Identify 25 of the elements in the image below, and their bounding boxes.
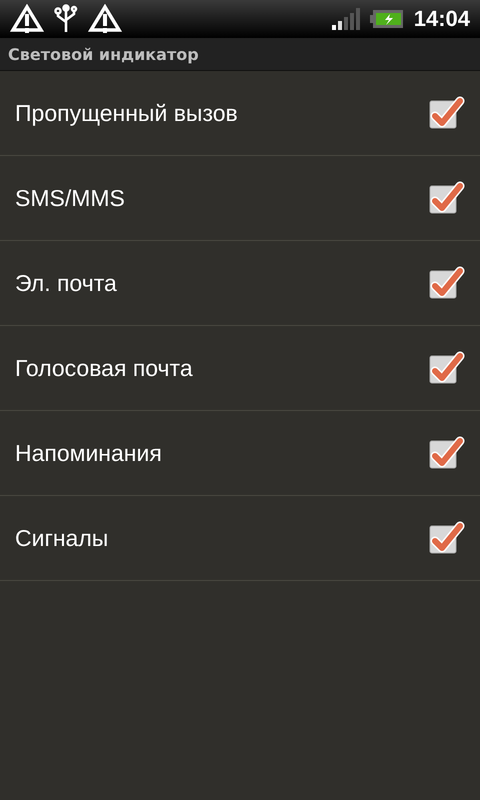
- checkbox[interactable]: [429, 521, 465, 555]
- warning-icon: [10, 4, 44, 34]
- setting-row[interactable]: Пропущенный вызов: [0, 71, 480, 156]
- setting-row[interactable]: Сигналы: [0, 496, 480, 581]
- setting-row[interactable]: Голосовая почта: [0, 326, 480, 411]
- setting-label: Пропущенный вызов: [15, 100, 239, 126]
- usb-icon: [54, 4, 78, 34]
- setting-row[interactable]: Напоминания: [0, 411, 480, 496]
- checkbox[interactable]: [429, 96, 465, 130]
- checkbox[interactable]: [429, 181, 465, 215]
- battery-charging-icon: [370, 9, 404, 29]
- signal-icon: [332, 8, 360, 30]
- setting-label: Напоминания: [15, 440, 163, 466]
- setting-label: SMS/MMS: [15, 184, 126, 212]
- setting-row[interactable]: SMS/MMS: [0, 156, 480, 241]
- checkbox[interactable]: [429, 436, 465, 470]
- setting-row[interactable]: Эл. почта: [0, 241, 480, 326]
- header-title: Световой индикатор: [8, 44, 199, 64]
- checkbox[interactable]: [429, 266, 465, 300]
- warning-icon: [88, 4, 122, 34]
- setting-label: Сигналы: [15, 524, 110, 552]
- clock-time: 14:04: [414, 6, 470, 32]
- checkbox[interactable]: [429, 351, 465, 385]
- setting-label: Эл. почта: [15, 270, 118, 296]
- setting-label: Голосовая почта: [15, 354, 194, 382]
